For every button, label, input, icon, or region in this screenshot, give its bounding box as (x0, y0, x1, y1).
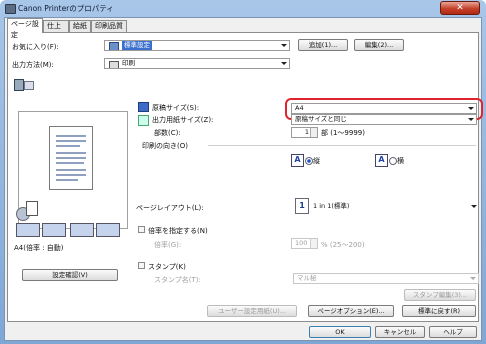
original-size-label: 原稿サイズ(S): (152, 104, 200, 112)
page-setup-panel: お気に入り(F): 標準設定 追加(1)... 編集(2)... 出力方法(M)… (7, 32, 483, 322)
scaling-label: 倍率を指定する(N) (148, 227, 208, 235)
favorites-label: お気に入り(F): (12, 43, 59, 51)
scaling-input[interactable]: 100 (291, 238, 318, 249)
window-title: Canon Printerのプロパティ (18, 4, 114, 13)
add-favorite-button[interactable]: 追加(1)... (298, 39, 348, 51)
title-bar: Canon Printerのプロパティ ✕ (0, 0, 486, 16)
cancel-button[interactable]: キャンセル (375, 326, 425, 338)
copies-spinner[interactable] (310, 128, 317, 137)
output-paper-label: 出力用紙サイズ(Z): (152, 116, 214, 124)
close-button[interactable]: ✕ (440, 1, 480, 15)
confirm-settings-button[interactable]: 設定確認(V) (22, 269, 118, 281)
landscape-icon: A (375, 154, 388, 167)
restore-defaults-button[interactable]: 標準に戻す(R) (402, 305, 476, 317)
tab-paper-source[interactable]: 給紙 (69, 20, 91, 32)
scaling-sub-label: 倍率(G): (154, 241, 182, 249)
paper-preview-icon (49, 126, 93, 190)
page-layout-label: ページレイアウト(L): (136, 204, 204, 212)
stamp-label: スタンプ(K) (148, 263, 186, 271)
portrait-radio[interactable] (305, 157, 313, 165)
layout-preview-icons[interactable] (16, 223, 124, 237)
printer-small-icon (109, 61, 119, 68)
portrait-icon: A (291, 154, 304, 167)
favorites-icon (109, 42, 119, 50)
orientation-divider (208, 145, 476, 146)
landscape-radio[interactable] (389, 157, 397, 165)
page-options-button[interactable]: ページオプション(E)... (308, 305, 394, 317)
copies-label: 部数(C): (154, 129, 181, 137)
scaling-spinner[interactable] (310, 239, 317, 248)
binding-icon (16, 201, 38, 221)
output-paper-select[interactable]: 原稿サイズと同じ (291, 114, 477, 125)
orientation-label: 印刷の向き(O) (142, 142, 188, 150)
scaling-range: % (25〜200) (321, 241, 365, 249)
output-paper-icon (138, 115, 149, 126)
tab-page-setup[interactable]: ページ設定 (7, 18, 43, 39)
stamp-checkbox[interactable] (138, 262, 145, 269)
properties-window: Canon Printerのプロパティ ✕ ページ設定 仕上げ 給紙 印刷品質 … (0, 0, 486, 344)
tab-quality[interactable]: 印刷品質 (91, 20, 127, 32)
portrait-label: 縦 (313, 157, 320, 165)
favorites-select[interactable]: 標準設定 (104, 40, 290, 51)
copies-range: 部 (1〜9999) (321, 129, 365, 137)
page-layout-select[interactable]: 1 1 in 1(標準) (293, 196, 479, 216)
stamp-name-label: スタンプ名(T): (154, 276, 201, 284)
copies-input[interactable]: 1 (291, 127, 318, 138)
ok-button[interactable]: OK (309, 326, 371, 338)
stamp-name-select[interactable]: マル秘 (293, 273, 479, 284)
dialog-client: ページ設定 仕上げ 給紙 印刷品質 お気に入り(F): 標準設定 追加(1)..… (4, 17, 483, 341)
landscape-label: 横 (397, 157, 404, 165)
preview-caption: A4(倍率 : 自動) (14, 244, 64, 252)
printer-icon (5, 4, 16, 14)
original-size-icon (138, 102, 149, 112)
stamp-edit-button[interactable]: スタンプ編集(3)... (404, 289, 476, 301)
output-select[interactable]: 印刷 (104, 58, 290, 69)
edit-favorite-button[interactable]: 編集(2)... (354, 39, 404, 51)
user-paper-button[interactable]: ユーザー設定用紙(U)... (207, 305, 297, 317)
layout-1in1-icon: 1 (295, 198, 309, 214)
help-button[interactable]: ヘルプ (429, 326, 477, 338)
view-toggle-icons[interactable] (14, 79, 34, 91)
output-label: 出力方法(M): (12, 61, 54, 69)
tab-finishing[interactable]: 仕上げ (43, 20, 69, 41)
scaling-checkbox[interactable] (138, 226, 145, 233)
